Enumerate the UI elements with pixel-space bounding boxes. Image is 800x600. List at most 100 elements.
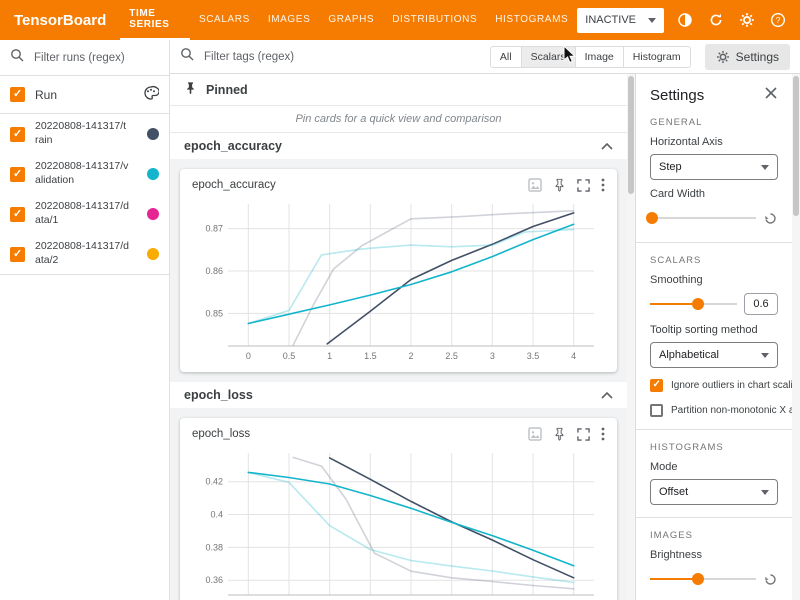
theme-toggle-icon[interactable] (675, 10, 695, 30)
tab-distributions[interactable]: DISTRIBUTIONS (383, 0, 486, 40)
slider-thumb[interactable] (646, 212, 658, 224)
filter-tags-input[interactable] (202, 50, 317, 64)
card-title: epoch_accuracy (192, 179, 276, 191)
scalar-card-epoch-accuracy: epoch_accuracy 00.511.522.533 (180, 169, 617, 372)
chip-image[interactable]: Image (575, 46, 624, 68)
brightness-label: Brightness (650, 549, 778, 561)
tab-time-series[interactable]: TIME SERIES (120, 0, 190, 40)
partition-x-axis-checkbox[interactable] (650, 404, 663, 417)
tab-graphs[interactable]: GRAPHS (319, 0, 383, 40)
run-color-dot (147, 128, 159, 140)
ignore-outliers-checkbox[interactable] (650, 379, 663, 392)
palette-icon[interactable] (143, 85, 159, 104)
close-icon[interactable] (764, 86, 778, 105)
svg-text:1: 1 (327, 351, 332, 361)
smoothing-value[interactable]: 0.6 (744, 293, 778, 315)
tab-images[interactable]: IMAGES (259, 0, 320, 40)
card-actions (528, 178, 605, 192)
refresh-icon[interactable] (706, 10, 726, 30)
fullscreen-icon[interactable] (577, 428, 590, 441)
histogram-mode-label: Mode (650, 461, 778, 473)
card-title: epoch_loss (192, 428, 250, 440)
reset-icon[interactable] (763, 211, 778, 226)
svg-text:0: 0 (245, 351, 250, 361)
divider (636, 242, 792, 243)
run-list-header: Run (0, 76, 169, 114)
run-label: 20220808-141317/data/2 (35, 240, 129, 267)
epoch-loss-chart[interactable]: 00.511.522.533.540.360.380.40.42 (194, 445, 604, 600)
horizontal-axis-dropdown[interactable]: Step (650, 154, 778, 180)
pin-outline-icon[interactable] (553, 427, 566, 441)
brightness-slider[interactable] (650, 569, 756, 589)
scalar-card-epoch-loss: epoch_loss 00.511.522.533.540 (180, 418, 617, 600)
smoothing-slider[interactable] (650, 294, 737, 314)
tab-scalars[interactable]: SCALARS (190, 0, 259, 40)
tooltip-sorting-label: Tooltip sorting method (650, 324, 778, 336)
svg-text:0.36: 0.36 (205, 575, 223, 585)
settings-gear-icon[interactable] (737, 10, 757, 30)
run-checkbox[interactable] (10, 247, 25, 262)
svg-text:0.42: 0.42 (205, 477, 223, 487)
panel-scrollbar-thumb[interactable] (793, 76, 799, 216)
tags-toolbar: All Scalars Image Histogram Settings (170, 40, 800, 74)
run-row-train[interactable]: 20220808-141317/train (0, 114, 169, 154)
caret-down-icon (761, 353, 769, 358)
tooltip-sorting-dropdown[interactable]: Alphabetical (650, 342, 778, 368)
pinned-label: Pinned (206, 83, 248, 97)
ignore-outliers-label: Ignore outliers in chart scaling (671, 380, 792, 391)
svg-text:0.86: 0.86 (205, 266, 223, 276)
run-row-validation[interactable]: 20220808-141317/validation (0, 154, 169, 194)
status-dropdown[interactable]: INACTIVE (577, 8, 664, 33)
run-checkbox[interactable] (10, 207, 25, 222)
card-actions (528, 427, 605, 441)
run-checkbox[interactable] (10, 127, 25, 142)
more-options-icon[interactable] (601, 178, 605, 192)
run-row-data-2[interactable]: 20220808-141317/data/2 (0, 234, 169, 274)
section-header-epoch-accuracy[interactable]: epoch_accuracy (170, 133, 627, 159)
histograms-heading: HISTOGRAMS (650, 442, 778, 453)
run-row-data-1[interactable]: 20220808-141317/data/1 (0, 194, 169, 234)
image-toggle-icon[interactable] (528, 178, 542, 192)
chevron-up-icon[interactable] (601, 388, 613, 402)
main-scrollbar-thumb[interactable] (628, 76, 634, 194)
tab-histograms[interactable]: HISTOGRAMS (486, 0, 577, 40)
run-checkbox[interactable] (10, 167, 25, 182)
svg-text:1.5: 1.5 (364, 351, 377, 361)
app-header: TensorBoard TIME SERIES SCALARS IMAGES G… (0, 0, 800, 40)
pin-icon (184, 81, 197, 98)
run-list: 20220808-141317/train 20220808-141317/va… (0, 114, 169, 275)
section-header-epoch-loss[interactable]: epoch_loss (170, 382, 627, 408)
caret-down-icon (648, 18, 656, 23)
svg-text:0.85: 0.85 (205, 308, 223, 318)
cards-area: Pinned Pin cards for a quick view and co… (170, 74, 627, 600)
chevron-up-icon[interactable] (601, 139, 613, 153)
filter-runs-input[interactable] (32, 51, 147, 65)
chip-histogram[interactable]: Histogram (623, 46, 691, 68)
slider-thumb[interactable] (692, 298, 704, 310)
partition-x-axis-label: Partition non-monotonic X axis (671, 405, 792, 416)
card-width-label: Card Width (650, 188, 778, 200)
epoch-accuracy-chart[interactable]: 00.511.522.533.540.850.860.87 (194, 196, 604, 364)
run-color-dot (147, 248, 159, 260)
runs-sidebar: Run 20220808-141317/train 20220808-14131… (0, 40, 170, 600)
help-icon[interactable]: ? (768, 10, 788, 30)
slider-thumb[interactable] (692, 573, 704, 585)
status-value: INACTIVE (585, 14, 636, 26)
run-color-dot (147, 208, 159, 220)
caret-down-icon (761, 165, 769, 170)
histogram-mode-dropdown[interactable]: Offset (650, 479, 778, 505)
image-toggle-icon[interactable] (528, 427, 542, 441)
run-select-all-checkbox[interactable] (10, 87, 25, 102)
chip-all[interactable]: All (490, 46, 522, 68)
settings-button[interactable]: Settings (705, 44, 790, 70)
card-width-slider[interactable] (650, 208, 756, 228)
more-options-icon[interactable] (601, 427, 605, 441)
run-label: 20220808-141317/data/1 (35, 200, 129, 227)
svg-text:0.4: 0.4 (210, 510, 223, 520)
horizontal-axis-value: Step (659, 161, 682, 173)
fullscreen-icon[interactable] (577, 179, 590, 192)
main-scrollbar (627, 74, 635, 600)
reset-icon[interactable] (763, 572, 778, 587)
pin-outline-icon[interactable] (553, 178, 566, 192)
chip-scalars[interactable]: Scalars (521, 46, 576, 68)
